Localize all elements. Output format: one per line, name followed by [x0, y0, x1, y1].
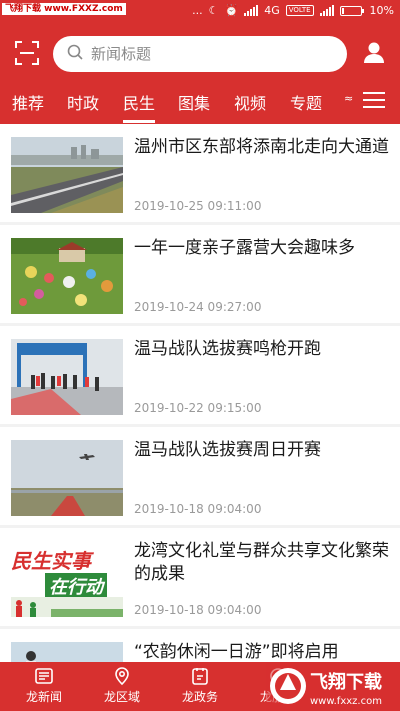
tab-gallery[interactable]: 图集 — [178, 90, 210, 114]
search-bar[interactable] — [53, 36, 347, 72]
news-thumbnail-tour — [11, 642, 123, 662]
news-date: 2019-10-22 09:15:00 — [134, 401, 262, 415]
battery-percent: 10% — [369, 4, 394, 17]
nav-label: 龙新闻 — [25, 690, 62, 704]
signal-icon — [244, 5, 259, 16]
search-input[interactable] — [91, 45, 311, 63]
news-title: 温马战队选拔赛鸣枪开跑 — [134, 339, 321, 359]
news-thumbnail-highway — [11, 137, 123, 213]
news-item[interactable]: 温马战队选拔赛周日开赛 2019-10-18 09:04:00 — [0, 427, 400, 525]
news-title: 一年一度亲子露营大会趣味多 — [134, 238, 355, 258]
news-thumbnail-camping — [11, 238, 123, 314]
svg-text:飞翔下载: 飞翔下载 — [310, 671, 382, 693]
tab-livelihood[interactable]: 民生 — [123, 90, 156, 123]
battery-icon — [339, 5, 364, 16]
scan-icon[interactable] — [14, 40, 40, 66]
more-dots: ... — [192, 4, 203, 17]
news-date: 2019-10-18 09:04:00 — [134, 502, 262, 516]
news-item[interactable]: 一年一度亲子露营大会趣味多 2019-10-24 09:27:00 — [0, 225, 400, 323]
search-icon — [67, 44, 83, 64]
news-thumbnail-marathon — [11, 339, 123, 415]
news-date: 2019-10-24 09:27:00 — [134, 300, 262, 314]
network-type: 4G — [264, 4, 280, 17]
news-list: 温州市区东部将添南北走向大通道 2019-10-25 09:11:00 一年一度… — [0, 124, 400, 662]
svg-text:www.fxxz.com: www.fxxz.com — [310, 696, 382, 707]
news-thumbnail-airport — [11, 440, 123, 516]
alarm-icon: ⏰ — [224, 4, 239, 17]
menu-icon[interactable] — [363, 92, 385, 112]
campaign-line-2: 在行动 — [45, 573, 107, 599]
volte-badge: VOLTE — [285, 5, 314, 16]
clipboard-icon — [190, 666, 210, 686]
nav-government[interactable]: 龙政务 — [165, 666, 235, 705]
nav-label: 龙区域 — [103, 690, 140, 704]
nav-region[interactable]: 龙区域 — [87, 666, 157, 705]
news-icon — [34, 666, 54, 686]
category-tabs: 推荐 时政 民生 图集 视频 专题 ≈ — [0, 84, 400, 123]
status-bar: 飞翔下载 www.FXXZ.com ... ☾ ⏰ 4G VOLTE 10% — [0, 0, 400, 24]
news-item[interactable]: 温州市区东部将添南北走向大通道 2019-10-25 09:11:00 — [0, 124, 400, 222]
tab-politics[interactable]: 时政 — [67, 90, 99, 114]
news-date: 2019-10-25 09:11:00 — [134, 199, 262, 213]
news-date: 2019-10-18 09:04:00 — [134, 603, 262, 617]
tab-video[interactable]: 视频 — [234, 90, 266, 114]
user-icon[interactable] — [361, 40, 387, 66]
tab-overflow[interactable]: ≈ — [344, 92, 353, 105]
signal-icon-2 — [319, 5, 334, 16]
news-thumbnail-campaign: 民生实事 在行动 — [11, 541, 123, 617]
tab-recommend[interactable]: 推荐 — [12, 90, 44, 114]
moon-icon: ☾ — [208, 4, 219, 17]
news-title: 龙湾文化礼堂与群众共享文化繁荣的成果 — [134, 541, 389, 584]
news-item[interactable]: 民生实事 在行动 龙湾文化礼堂与群众共享文化繁荣的成果 2019-10-18 0… — [0, 528, 400, 626]
nav-news[interactable]: 龙新闻 — [9, 666, 79, 705]
watermark-logo: 飞翔下载 www.fxxz.com — [266, 662, 400, 711]
news-title: “农韵休闲一日游”即将启用 — [134, 642, 339, 662]
location-icon — [112, 666, 132, 686]
nav-label: 龙政务 — [181, 690, 218, 704]
campaign-line-1: 民生实事 — [11, 549, 91, 573]
news-title: 温州市区东部将添南北走向大通道 — [134, 137, 389, 157]
news-item[interactable]: “农韵休闲一日游”即将启用 — [0, 629, 400, 662]
watermark-top-left: 飞翔下载 www.FXXZ.com — [2, 3, 126, 15]
news-title: 温马战队选拔赛周日开赛 — [134, 440, 321, 460]
status-indicators: ... ☾ ⏰ 4G VOLTE 10% — [192, 4, 394, 17]
news-item[interactable]: 温马战队选拔赛鸣枪开跑 2019-10-22 09:15:00 — [0, 326, 400, 424]
tab-special[interactable]: 专题 — [290, 90, 322, 114]
app-header: 飞翔下载 www.FXXZ.com ... ☾ ⏰ 4G VOLTE 10% 新… — [0, 0, 400, 124]
